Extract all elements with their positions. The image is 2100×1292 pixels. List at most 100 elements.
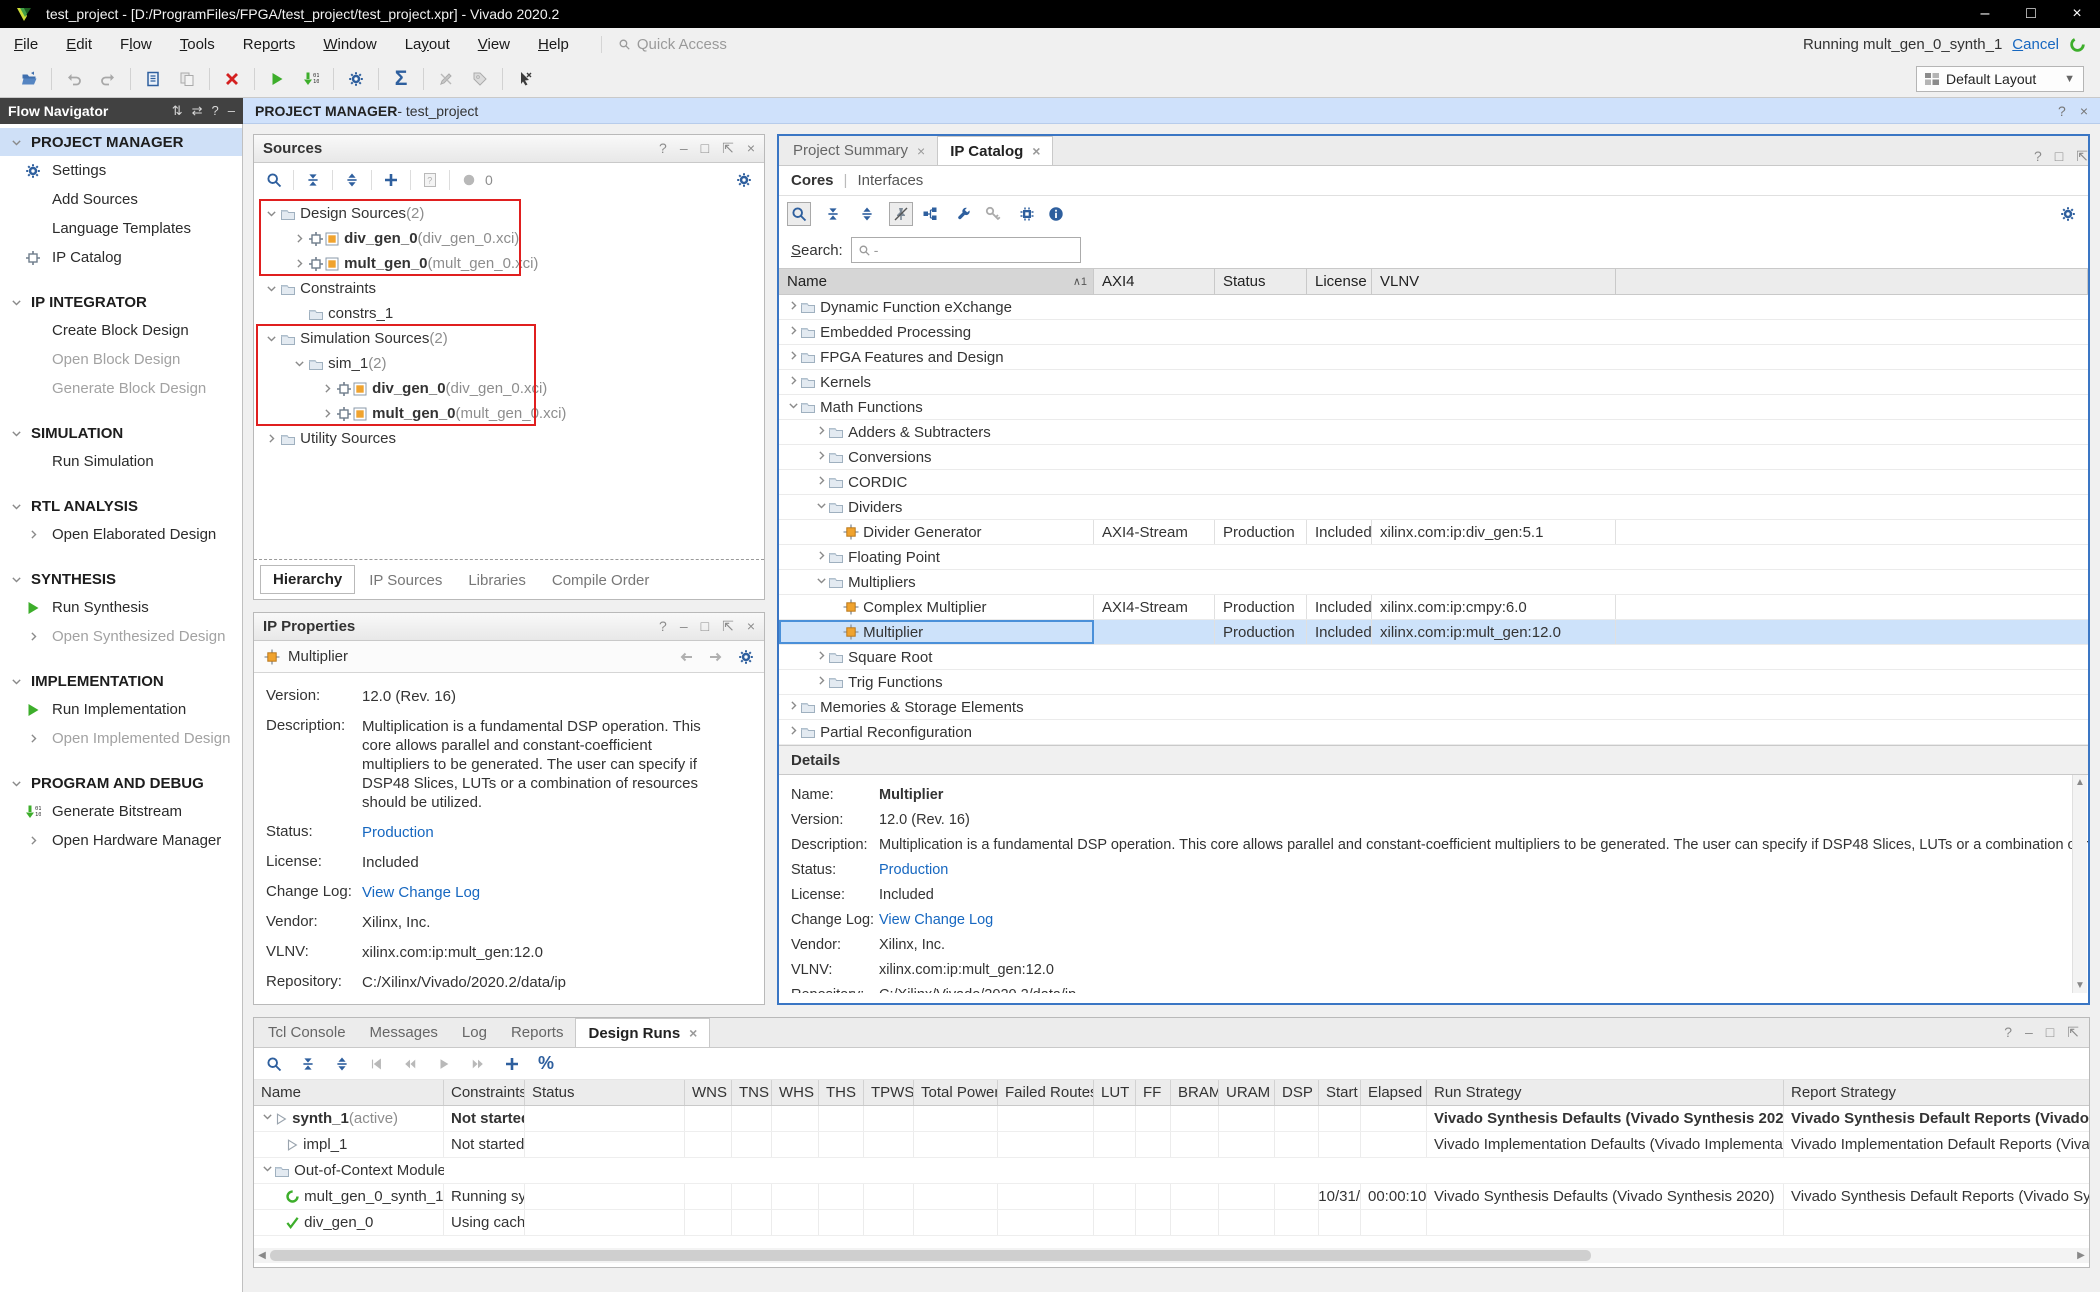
interfaces-view-button[interactable]: Interfaces (857, 172, 923, 189)
expand-toggle[interactable] (290, 257, 308, 270)
column-header-elapsed[interactable]: Elapsed (1361, 1080, 1427, 1105)
expand-toggle[interactable] (318, 382, 336, 395)
tab-ip-sources[interactable]: IP Sources (357, 567, 454, 594)
sidebar-section-implementation[interactable]: IMPLEMENTATION (0, 667, 242, 695)
scroll-up-icon[interactable]: ▲ (2075, 777, 2085, 788)
expand-toggle[interactable] (787, 299, 800, 316)
gear-icon[interactable] (738, 649, 754, 665)
search-button[interactable] (262, 1052, 286, 1076)
horizontal-scrollbar[interactable]: ◀ ▶ (254, 1248, 2089, 1263)
delete-button[interactable] (215, 65, 249, 93)
run-button[interactable] (260, 65, 294, 93)
detail-value[interactable]: View Change Log (879, 912, 993, 928)
tab-libraries[interactable]: Libraries (456, 567, 538, 594)
expand-toggle[interactable] (262, 207, 280, 220)
column-header-failed_routes[interactable]: Failed Routes (998, 1080, 1094, 1105)
catalog-row-multipliers[interactable]: Multipliers (779, 570, 2088, 595)
sidebar-item-settings[interactable]: Settings (0, 156, 242, 185)
tree-item-mult_gen_0[interactable]: mult_gen_0 (mult_gen_0.xci) (254, 401, 764, 426)
group-by-button[interactable] (918, 202, 942, 226)
column-header-ff[interactable]: FF (1136, 1080, 1171, 1105)
tab-project-summary[interactable]: Project Summary× (781, 136, 937, 165)
collapse-all-button[interactable] (821, 202, 845, 226)
collapse-all-button[interactable] (301, 168, 325, 192)
layout-selector[interactable]: Default Layout ▼ (1916, 66, 2084, 92)
expand-toggle[interactable] (290, 357, 308, 370)
expand-toggle[interactable] (261, 1110, 274, 1127)
sidebar-item-generate-bitstream[interactable]: 0110Generate Bitstream (0, 797, 242, 826)
forward-arrow-icon[interactable] (708, 649, 724, 665)
close-panel-icon[interactable]: × (747, 618, 755, 635)
add-sources-button[interactable] (379, 168, 403, 192)
sidebar-section-project-manager[interactable]: PROJECT MANAGER (0, 128, 242, 156)
maximize-panel-icon[interactable]: □ (701, 140, 709, 157)
help-icon[interactable]: ? (212, 103, 219, 119)
run-row-synth-1[interactable]: synth_1 (active)Not startedVivado Synthe… (254, 1106, 2089, 1132)
create-run-button[interactable] (500, 1052, 524, 1076)
catalog-row-complex-multiplier[interactable]: Complex MultiplierAXI4-StreamProductionI… (779, 595, 2088, 620)
expand-toggle[interactable] (815, 474, 828, 491)
menu-flow[interactable]: Flow (106, 36, 166, 53)
column-header-ths[interactable]: THS (819, 1080, 864, 1105)
column-header-lut[interactable]: LUT (1094, 1080, 1136, 1105)
collapse-all-button[interactable] (296, 1052, 320, 1076)
column-header-total_power[interactable]: Total Power (914, 1080, 998, 1105)
column-header-bram[interactable]: BRAM (1171, 1080, 1219, 1105)
expand-toggle[interactable] (815, 424, 828, 441)
run-row-impl-1[interactable]: impl_1Not startedVivado Implementation D… (254, 1132, 2089, 1158)
expand-toggle[interactable] (787, 349, 800, 366)
scroll-left-icon[interactable]: ◀ (254, 1250, 270, 1261)
expand-all-icon[interactable]: ⇄ (192, 103, 203, 119)
tree-item-Constraints[interactable]: Constraints (254, 276, 764, 301)
float-panel-icon[interactable]: ⇱ (722, 618, 734, 635)
float-panel-icon[interactable]: ⇱ (722, 140, 734, 157)
catalog-row-dividers[interactable]: Dividers (779, 495, 2088, 520)
minimize-button[interactable]: – (1962, 5, 2008, 23)
catalog-row-square-root[interactable]: Square Root (779, 645, 2088, 670)
redo-button[interactable] (91, 65, 125, 93)
expand-toggle[interactable] (262, 282, 280, 295)
expand-toggle[interactable] (787, 699, 800, 716)
scroll-right-icon[interactable]: ▶ (2073, 1250, 2089, 1261)
menu-view[interactable]: View (464, 36, 524, 53)
tab-log[interactable]: Log (450, 1018, 499, 1047)
menu-window[interactable]: Window (309, 36, 390, 53)
sidebar-item-ip-catalog[interactable]: IP Catalog (0, 243, 242, 272)
catalog-row-trig-functions[interactable]: Trig Functions (779, 670, 2088, 695)
catalog-row-memories-storage-elements[interactable]: Memories & Storage Elements (779, 695, 2088, 720)
close-icon[interactable]: × (2080, 103, 2088, 119)
details-scrollbar[interactable]: ▲ ▼ (2072, 775, 2087, 993)
catalog-row-divider-generator[interactable]: Divider GeneratorAXI4-StreamProductionIn… (779, 520, 2088, 545)
sidebar-item-create-block-design[interactable]: Create Block Design (0, 316, 242, 345)
sidebar-item-open-elaborated-design[interactable]: Open Elaborated Design (0, 520, 242, 549)
close-button[interactable]: × (2054, 5, 2100, 23)
catalog-row-partial-reconfiguration[interactable]: Partial Reconfiguration (779, 720, 2088, 745)
minimize-panel-icon[interactable]: – (680, 140, 688, 157)
sidebar-item-run-simulation[interactable]: Run Simulation (0, 447, 242, 476)
minimize-panel-icon[interactable]: – (228, 103, 235, 119)
catalog-row-fpga-features-and-design[interactable]: FPGA Features and Design (779, 345, 2088, 370)
tree-item-sim_1[interactable]: sim_1 (2) (254, 351, 764, 376)
catalog-row-multiplier[interactable]: MultiplierProductionIncludedxilinx.com:i… (779, 620, 2088, 645)
close-tab-icon[interactable]: × (1032, 143, 1040, 159)
column-header-uram[interactable]: URAM (1219, 1080, 1275, 1105)
detail-value[interactable]: Production (879, 862, 948, 878)
expand-toggle[interactable] (815, 549, 828, 566)
maximize-panel-icon[interactable]: □ (2046, 1024, 2054, 1041)
sidebar-section-synthesis[interactable]: SYNTHESIS (0, 565, 242, 593)
column-header-report_strategy[interactable]: Report Strategy (1784, 1080, 2089, 1105)
tree-item-div_gen_0[interactable]: div_gen_0 (div_gen_0.xci) (254, 226, 764, 251)
scrollbar-thumb[interactable] (270, 1250, 1591, 1261)
sidebar-item-language-templates[interactable]: Language Templates (0, 214, 242, 243)
expand-toggle[interactable] (318, 407, 336, 420)
column-header-status[interactable]: Status (525, 1080, 685, 1105)
tree-item-mult_gen_0[interactable]: mult_gen_0 (mult_gen_0.xci) (254, 251, 764, 276)
catalog-row-floating-point[interactable]: Floating Point (779, 545, 2088, 570)
tree-item-constrs_1[interactable]: constrs_1 (254, 301, 764, 326)
column-header-name[interactable]: Name∧1 (779, 269, 1094, 294)
expand-all-button[interactable] (340, 168, 364, 192)
tab-hierarchy[interactable]: Hierarchy (260, 565, 355, 594)
quick-access-input[interactable]: Quick Access (601, 36, 751, 53)
sum-button[interactable]: Σ (384, 65, 418, 93)
menu-tools[interactable]: Tools (166, 36, 229, 53)
